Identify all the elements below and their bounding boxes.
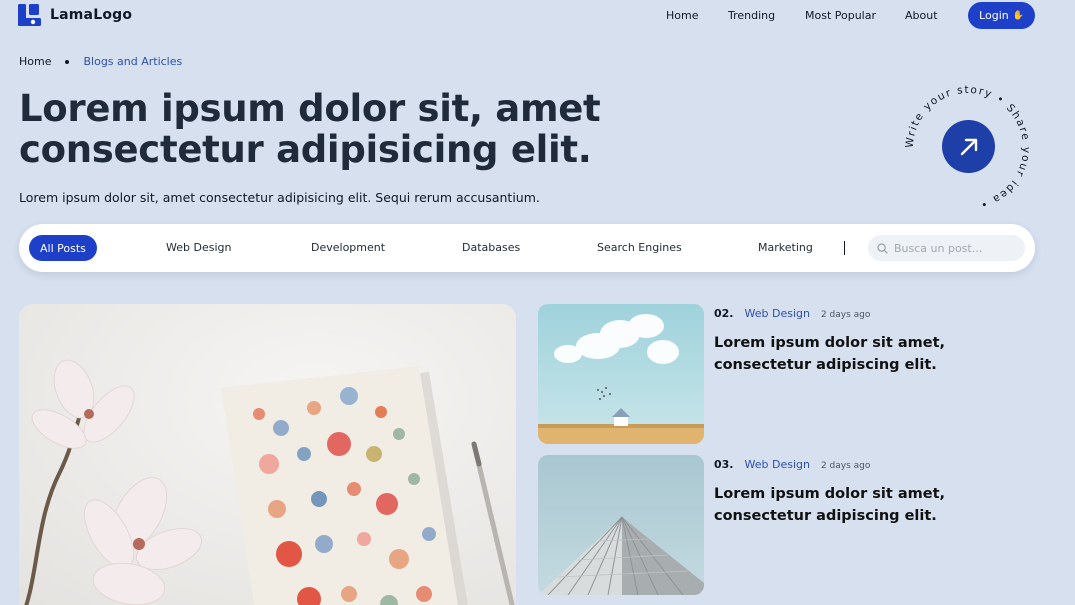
filter-search-engines[interactable]: Search Engines — [597, 241, 682, 254]
search-input[interactable] — [894, 241, 1024, 255]
page-title: Lorem ipsum dolor sit, amet consectetur … — [19, 87, 601, 171]
arrow-up-right-icon — [960, 138, 977, 155]
breadcrumb: Home Blogs and Articles — [19, 55, 182, 68]
waving-hand-icon: ✋ — [1012, 10, 1024, 21]
filter-development[interactable]: Development — [311, 241, 385, 254]
filter-divider — [844, 241, 845, 255]
category-filter-bar: All Posts Web Design Development Databas… — [19, 224, 1035, 272]
post-meta: 03. Web Design 2 days ago — [714, 458, 870, 471]
field-house-photo — [538, 304, 704, 444]
logo[interactable]: LamaLogo — [18, 4, 132, 26]
building-photo — [538, 455, 704, 595]
arrow-button[interactable] — [942, 120, 995, 173]
write-story-badge[interactable]: Write your story • Share your idea • — [900, 80, 1036, 216]
notebook-and-magnolia-photo — [19, 304, 516, 605]
navbar: LamaLogo Home Trending Most Popular Abou… — [0, 0, 1075, 32]
breadcrumb-current[interactable]: Blogs and Articles — [83, 55, 182, 68]
logo-icon — [18, 4, 41, 26]
post-date: 2 days ago — [820, 461, 871, 471]
login-button[interactable]: Login ✋ — [968, 2, 1035, 29]
post-title[interactable]: Lorem ipsum dolor sit amet, consectetur … — [714, 332, 1024, 376]
post-number: 02. — [714, 307, 734, 320]
filter-marketing[interactable]: Marketing — [758, 241, 813, 254]
post-card: 03. Web Design 2 days ago Lorem ipsum do… — [538, 455, 1038, 595]
search-box[interactable] — [868, 235, 1025, 261]
post-meta: 02. Web Design 2 days ago — [714, 307, 870, 320]
post-date: 2 days ago — [820, 310, 871, 320]
featured-post-image[interactable] — [19, 304, 516, 605]
post-number: 03. — [714, 458, 734, 471]
page-subtitle: Lorem ipsum dolor sit, amet consectetur … — [19, 190, 540, 205]
breadcrumb-home[interactable]: Home — [19, 55, 51, 68]
nav-link-about[interactable]: About — [905, 9, 938, 22]
post-title[interactable]: Lorem ipsum dolor sit amet, consectetur … — [714, 483, 1024, 527]
filter-all-posts[interactable]: All Posts — [29, 235, 97, 261]
post-card: 02. Web Design 2 days ago Lorem ipsum do… — [538, 304, 1038, 444]
search-icon — [877, 242, 888, 254]
nav-link-home[interactable]: Home — [666, 9, 698, 22]
nav-link-trending[interactable]: Trending — [728, 9, 775, 22]
post-thumbnail[interactable] — [538, 455, 704, 595]
logo-text: LamaLogo — [50, 7, 133, 23]
filter-databases[interactable]: Databases — [462, 241, 520, 254]
post-thumbnail[interactable] — [538, 304, 704, 444]
nav-link-most-popular[interactable]: Most Popular — [805, 9, 876, 22]
post-category[interactable]: Web Design — [745, 458, 810, 471]
filter-web-design[interactable]: Web Design — [166, 241, 231, 254]
login-label: Login — [979, 9, 1009, 22]
post-category[interactable]: Web Design — [745, 307, 810, 320]
breadcrumb-separator — [65, 59, 70, 64]
